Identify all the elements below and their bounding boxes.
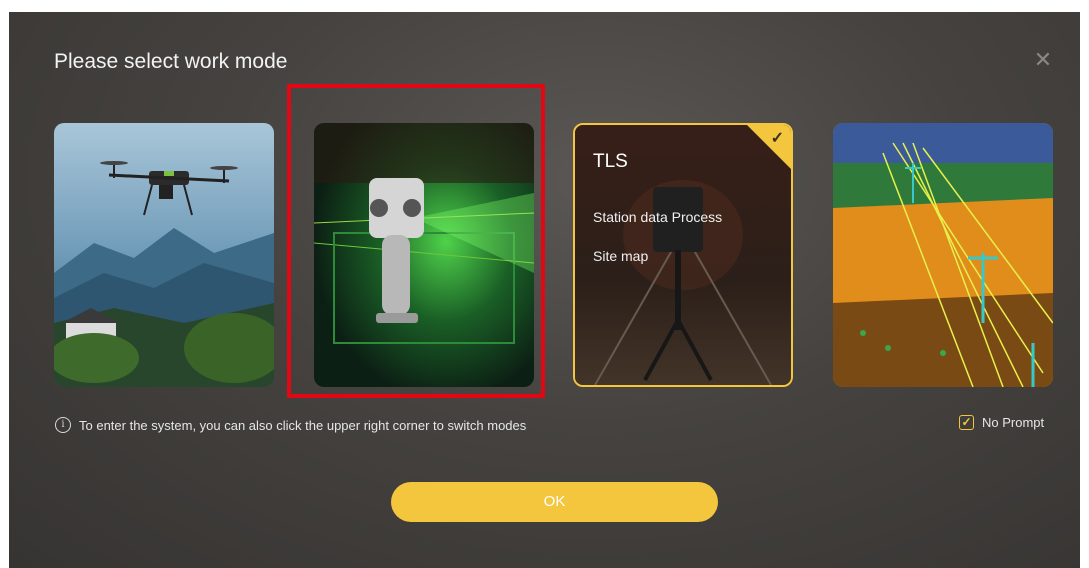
selected-corner: [746, 125, 791, 170]
info-icon: i: [55, 417, 71, 433]
ok-button[interactable]: OK: [391, 482, 718, 522]
drone-image: [54, 123, 274, 387]
hint-text: To enter the system, you can also click …: [79, 417, 527, 433]
hint-row: i To enter the system, you can also clic…: [55, 417, 526, 433]
tls-title: TLS: [593, 151, 628, 172]
tls-feature-station: Station data Process: [593, 209, 723, 225]
no-prompt-checkbox[interactable]: ✓: [959, 415, 974, 430]
handheld-scanner-image: [314, 123, 534, 387]
dialog-title: Please select work mode: [54, 50, 288, 73]
check-icon: ✓: [770, 130, 784, 147]
tls-feature-site-map: Site map: [593, 248, 649, 264]
powerline-pointcloud-image: [833, 123, 1053, 387]
mode-card-powerline[interactable]: [833, 123, 1053, 387]
mode-card-handheld[interactable]: [314, 123, 534, 387]
mode-card-drone[interactable]: [54, 123, 274, 387]
mode-card-tls[interactable]: ✓ TLS Station data Process Site map: [573, 123, 793, 387]
close-icon[interactable]: ✕: [1031, 48, 1055, 72]
work-mode-dialog: Please select work mode ✕ ✓ TLS Station …: [9, 12, 1080, 568]
no-prompt-toggle[interactable]: ✓ No Prompt: [959, 415, 1044, 430]
no-prompt-label: No Prompt: [982, 415, 1045, 430]
